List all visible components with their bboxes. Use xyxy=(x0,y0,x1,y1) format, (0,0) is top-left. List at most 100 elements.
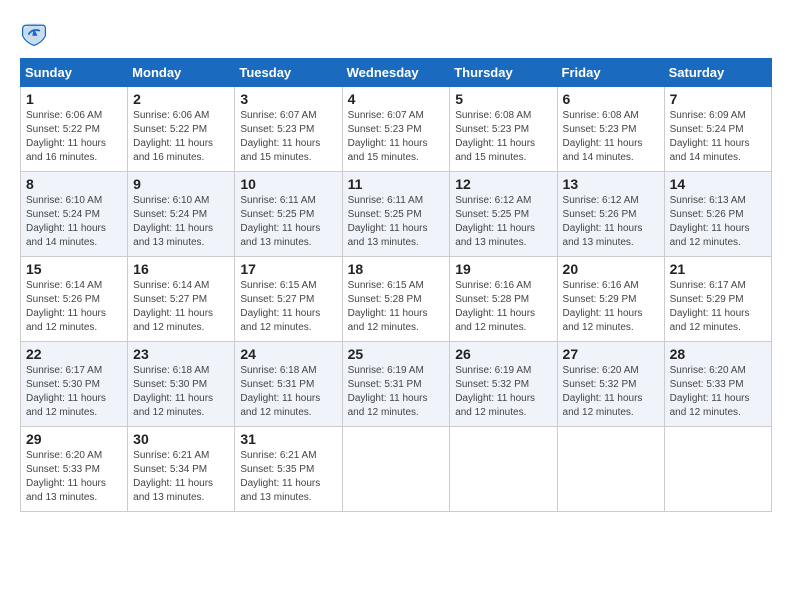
day-info: Sunrise: 6:20 AM Sunset: 5:32 PM Dayligh… xyxy=(563,364,659,420)
day-info: Sunrise: 6:14 AM Sunset: 5:27 PM Dayligh… xyxy=(133,279,229,335)
day-info: Sunrise: 6:20 AM Sunset: 5:33 PM Dayligh… xyxy=(670,364,766,420)
day-number: 16 xyxy=(133,261,229,277)
day-info: Sunrise: 6:18 AM Sunset: 5:31 PM Dayligh… xyxy=(240,364,336,420)
day-number: 28 xyxy=(670,346,766,362)
day-number: 12 xyxy=(455,176,551,192)
calendar-cell: 20 Sunrise: 6:16 AM Sunset: 5:29 PM Dayl… xyxy=(557,257,664,342)
day-number: 14 xyxy=(670,176,766,192)
day-info: Sunrise: 6:14 AM Sunset: 5:26 PM Dayligh… xyxy=(26,279,122,335)
day-number: 4 xyxy=(348,91,445,107)
day-number: 3 xyxy=(240,91,336,107)
calendar-cell: 1 Sunrise: 6:06 AM Sunset: 5:22 PM Dayli… xyxy=(21,87,128,172)
day-number: 29 xyxy=(26,431,122,447)
calendar-week-row: 1 Sunrise: 6:06 AM Sunset: 5:22 PM Dayli… xyxy=(21,87,772,172)
day-info: Sunrise: 6:09 AM Sunset: 5:24 PM Dayligh… xyxy=(670,109,766,165)
weekday-header: Tuesday xyxy=(235,59,342,87)
day-info: Sunrise: 6:07 AM Sunset: 5:23 PM Dayligh… xyxy=(348,109,445,165)
day-info: Sunrise: 6:10 AM Sunset: 5:24 PM Dayligh… xyxy=(26,194,122,250)
day-info: Sunrise: 6:16 AM Sunset: 5:29 PM Dayligh… xyxy=(563,279,659,335)
calendar-week-row: 8 Sunrise: 6:10 AM Sunset: 5:24 PM Dayli… xyxy=(21,172,772,257)
calendar-cell: 25 Sunrise: 6:19 AM Sunset: 5:31 PM Dayl… xyxy=(342,342,450,427)
logo xyxy=(20,20,52,48)
day-number: 31 xyxy=(240,431,336,447)
calendar-cell: 22 Sunrise: 6:17 AM Sunset: 5:30 PM Dayl… xyxy=(21,342,128,427)
calendar-cell: 4 Sunrise: 6:07 AM Sunset: 5:23 PM Dayli… xyxy=(342,87,450,172)
calendar-cell: 26 Sunrise: 6:19 AM Sunset: 5:32 PM Dayl… xyxy=(450,342,557,427)
calendar-cell: 31 Sunrise: 6:21 AM Sunset: 5:35 PM Dayl… xyxy=(235,427,342,512)
calendar-cell: 9 Sunrise: 6:10 AM Sunset: 5:24 PM Dayli… xyxy=(128,172,235,257)
day-number: 9 xyxy=(133,176,229,192)
day-info: Sunrise: 6:17 AM Sunset: 5:29 PM Dayligh… xyxy=(670,279,766,335)
day-number: 1 xyxy=(26,91,122,107)
calendar-cell: 16 Sunrise: 6:14 AM Sunset: 5:27 PM Dayl… xyxy=(128,257,235,342)
day-info: Sunrise: 6:06 AM Sunset: 5:22 PM Dayligh… xyxy=(133,109,229,165)
day-info: Sunrise: 6:08 AM Sunset: 5:23 PM Dayligh… xyxy=(455,109,551,165)
calendar-cell: 18 Sunrise: 6:15 AM Sunset: 5:28 PM Dayl… xyxy=(342,257,450,342)
calendar-cell: 6 Sunrise: 6:08 AM Sunset: 5:23 PM Dayli… xyxy=(557,87,664,172)
day-number: 30 xyxy=(133,431,229,447)
day-number: 22 xyxy=(26,346,122,362)
calendar-cell: 10 Sunrise: 6:11 AM Sunset: 5:25 PM Dayl… xyxy=(235,172,342,257)
day-number: 2 xyxy=(133,91,229,107)
day-info: Sunrise: 6:11 AM Sunset: 5:25 PM Dayligh… xyxy=(240,194,336,250)
weekday-header: Sunday xyxy=(21,59,128,87)
calendar-cell: 11 Sunrise: 6:11 AM Sunset: 5:25 PM Dayl… xyxy=(342,172,450,257)
calendar-cell: 5 Sunrise: 6:08 AM Sunset: 5:23 PM Dayli… xyxy=(450,87,557,172)
calendar-cell: 7 Sunrise: 6:09 AM Sunset: 5:24 PM Dayli… xyxy=(664,87,771,172)
day-info: Sunrise: 6:16 AM Sunset: 5:28 PM Dayligh… xyxy=(455,279,551,335)
calendar-cell: 3 Sunrise: 6:07 AM Sunset: 5:23 PM Dayli… xyxy=(235,87,342,172)
calendar-cell: 19 Sunrise: 6:16 AM Sunset: 5:28 PM Dayl… xyxy=(450,257,557,342)
calendar-cell xyxy=(342,427,450,512)
day-number: 24 xyxy=(240,346,336,362)
calendar-week-row: 15 Sunrise: 6:14 AM Sunset: 5:26 PM Dayl… xyxy=(21,257,772,342)
day-number: 25 xyxy=(348,346,445,362)
calendar-cell: 23 Sunrise: 6:18 AM Sunset: 5:30 PM Dayl… xyxy=(128,342,235,427)
day-info: Sunrise: 6:12 AM Sunset: 5:26 PM Dayligh… xyxy=(563,194,659,250)
day-info: Sunrise: 6:10 AM Sunset: 5:24 PM Dayligh… xyxy=(133,194,229,250)
calendar-cell xyxy=(664,427,771,512)
day-number: 15 xyxy=(26,261,122,277)
day-number: 26 xyxy=(455,346,551,362)
calendar-cell: 17 Sunrise: 6:15 AM Sunset: 5:27 PM Dayl… xyxy=(235,257,342,342)
day-info: Sunrise: 6:20 AM Sunset: 5:33 PM Dayligh… xyxy=(26,449,122,505)
weekday-header: Friday xyxy=(557,59,664,87)
calendar: SundayMondayTuesdayWednesdayThursdayFrid… xyxy=(20,58,772,512)
calendar-cell: 30 Sunrise: 6:21 AM Sunset: 5:34 PM Dayl… xyxy=(128,427,235,512)
day-number: 11 xyxy=(348,176,445,192)
day-number: 7 xyxy=(670,91,766,107)
day-info: Sunrise: 6:15 AM Sunset: 5:28 PM Dayligh… xyxy=(348,279,445,335)
day-info: Sunrise: 6:07 AM Sunset: 5:23 PM Dayligh… xyxy=(240,109,336,165)
calendar-cell: 13 Sunrise: 6:12 AM Sunset: 5:26 PM Dayl… xyxy=(557,172,664,257)
calendar-week-row: 29 Sunrise: 6:20 AM Sunset: 5:33 PM Dayl… xyxy=(21,427,772,512)
calendar-cell: 15 Sunrise: 6:14 AM Sunset: 5:26 PM Dayl… xyxy=(21,257,128,342)
day-number: 8 xyxy=(26,176,122,192)
day-number: 27 xyxy=(563,346,659,362)
calendar-cell xyxy=(450,427,557,512)
day-number: 18 xyxy=(348,261,445,277)
header xyxy=(20,20,772,48)
day-number: 23 xyxy=(133,346,229,362)
day-number: 19 xyxy=(455,261,551,277)
day-info: Sunrise: 6:17 AM Sunset: 5:30 PM Dayligh… xyxy=(26,364,122,420)
day-number: 13 xyxy=(563,176,659,192)
calendar-cell xyxy=(557,427,664,512)
day-info: Sunrise: 6:19 AM Sunset: 5:32 PM Dayligh… xyxy=(455,364,551,420)
day-info: Sunrise: 6:21 AM Sunset: 5:35 PM Dayligh… xyxy=(240,449,336,505)
calendar-header-row: SundayMondayTuesdayWednesdayThursdayFrid… xyxy=(21,59,772,87)
day-number: 17 xyxy=(240,261,336,277)
day-number: 5 xyxy=(455,91,551,107)
day-number: 6 xyxy=(563,91,659,107)
day-info: Sunrise: 6:06 AM Sunset: 5:22 PM Dayligh… xyxy=(26,109,122,165)
weekday-header: Wednesday xyxy=(342,59,450,87)
day-info: Sunrise: 6:18 AM Sunset: 5:30 PM Dayligh… xyxy=(133,364,229,420)
calendar-cell: 8 Sunrise: 6:10 AM Sunset: 5:24 PM Dayli… xyxy=(21,172,128,257)
day-number: 20 xyxy=(563,261,659,277)
day-info: Sunrise: 6:15 AM Sunset: 5:27 PM Dayligh… xyxy=(240,279,336,335)
weekday-header: Saturday xyxy=(664,59,771,87)
calendar-cell: 14 Sunrise: 6:13 AM Sunset: 5:26 PM Dayl… xyxy=(664,172,771,257)
calendar-cell: 27 Sunrise: 6:20 AM Sunset: 5:32 PM Dayl… xyxy=(557,342,664,427)
day-info: Sunrise: 6:13 AM Sunset: 5:26 PM Dayligh… xyxy=(670,194,766,250)
logo-icon xyxy=(20,20,48,48)
day-info: Sunrise: 6:19 AM Sunset: 5:31 PM Dayligh… xyxy=(348,364,445,420)
calendar-cell: 24 Sunrise: 6:18 AM Sunset: 5:31 PM Dayl… xyxy=(235,342,342,427)
